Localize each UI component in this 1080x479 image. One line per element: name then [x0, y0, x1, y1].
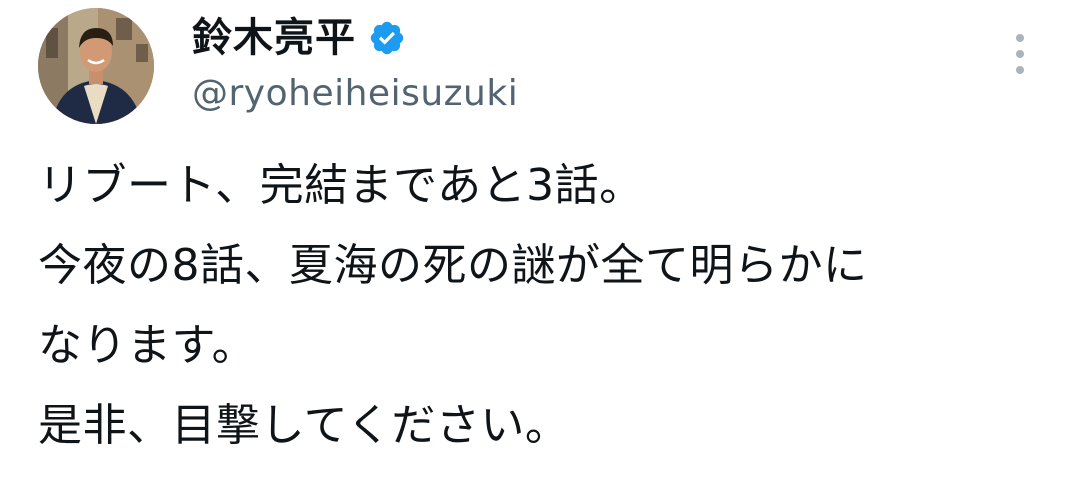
- menu-dot: [1016, 34, 1024, 42]
- tweet-line: なります。: [38, 320, 257, 371]
- tweet-line: 是非、目撃してください。: [38, 400, 570, 451]
- menu-dot: [1016, 50, 1024, 58]
- author-handle[interactable]: @ryoheiheisuzuki: [192, 68, 518, 120]
- display-name[interactable]: 鈴木亮平: [192, 10, 356, 66]
- avatar-photo: [38, 8, 154, 124]
- tweet-card: 鈴木亮平 @ryoheiheisuzuki リブート、完結まであと3話。 今夜の…: [0, 0, 1080, 479]
- tweet-text: リブート、完結まであと3話。 今夜の8話、夏海の死の謎が全て明らかに なります。…: [38, 152, 1068, 460]
- menu-dot: [1016, 66, 1024, 74]
- more-vertical-icon[interactable]: [1000, 30, 1040, 78]
- tweet-line: 今夜の8話、夏海の死の謎が全て明らかに: [38, 240, 868, 291]
- verified-check-icon: [368, 19, 406, 57]
- avatar[interactable]: [38, 8, 154, 124]
- tweet-line: リブート、完結まであと3話。: [38, 160, 644, 211]
- author-header: 鈴木亮平: [192, 10, 406, 66]
